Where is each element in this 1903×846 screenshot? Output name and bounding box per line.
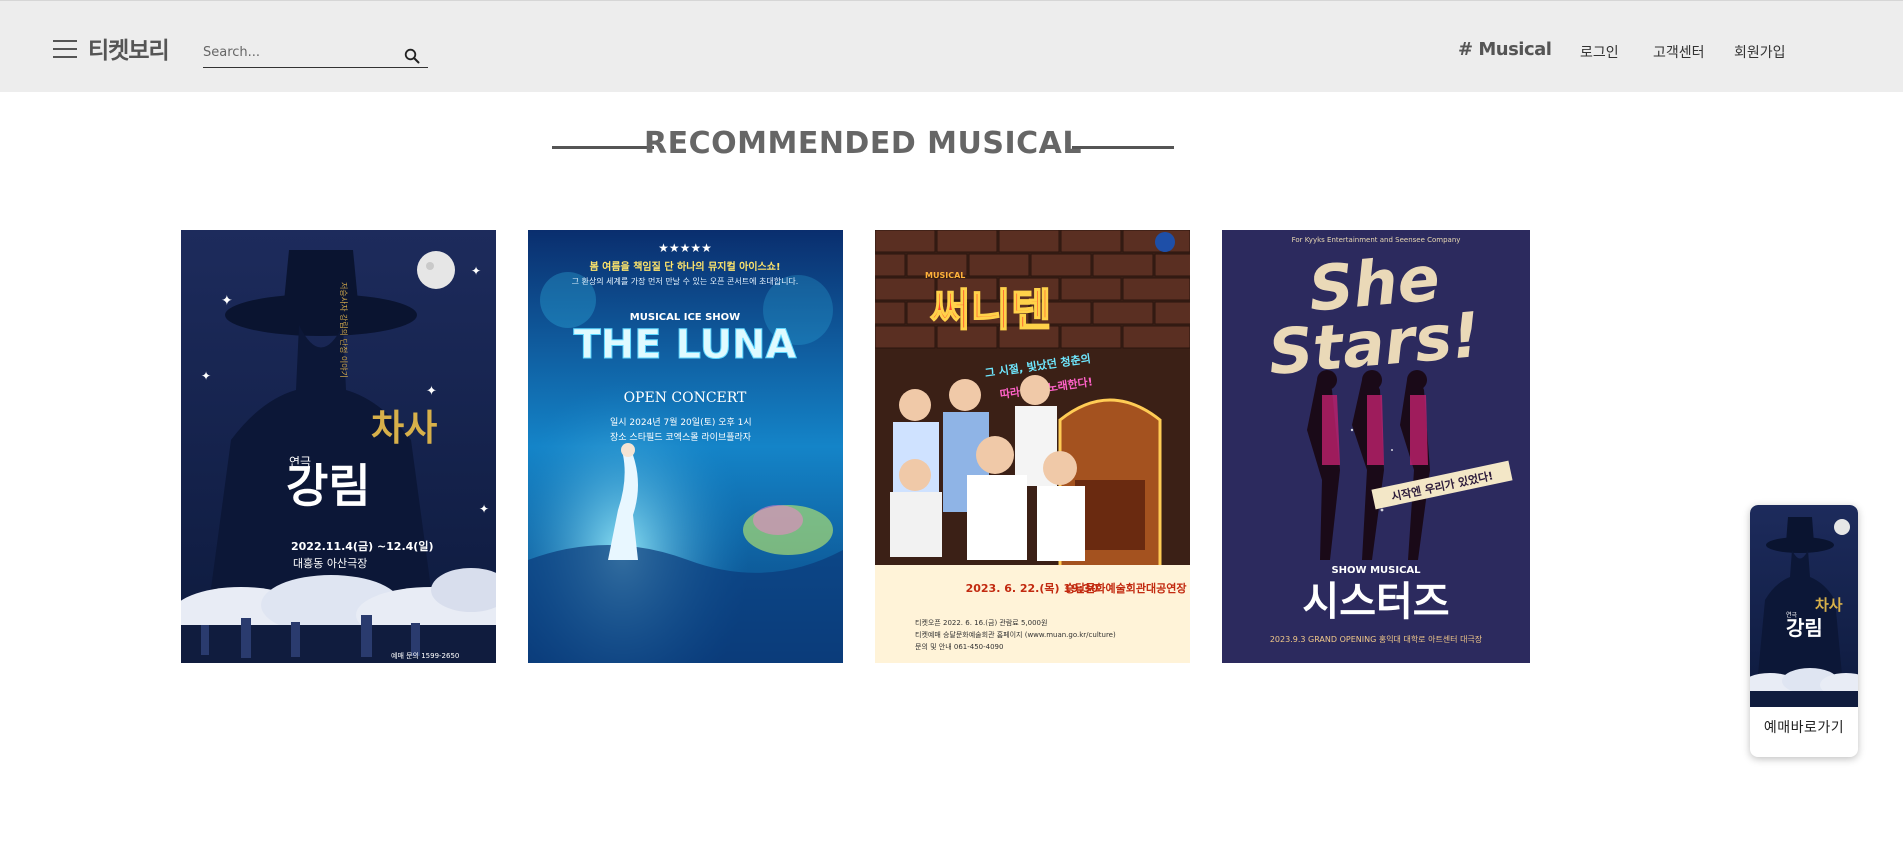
svg-text:✦: ✦ bbox=[426, 384, 437, 399]
search-box bbox=[203, 37, 428, 68]
hamburger-menu-icon[interactable] bbox=[53, 39, 77, 59]
poster4-title-kr: 시스터즈 bbox=[1302, 579, 1449, 625]
poster2-headline: 봄 여름을 책임질 단 하나의 뮤지컬 아이스쇼! bbox=[589, 260, 780, 273]
poster1-date: 2022.11.4(금) ~12.4(일) bbox=[291, 539, 433, 553]
poster-the-luna[interactable]: ★★★★★ 봄 여름을 책임질 단 하나의 뮤지컬 아이스쇼! 그 환상의 세계… bbox=[528, 230, 843, 663]
quick-booking-card[interactable]: 차사 연극 강림 예매바로가기 bbox=[1750, 505, 1858, 757]
poster3-title: 써니텐 bbox=[930, 285, 1051, 336]
customer-center-link[interactable]: 고객센터 bbox=[1653, 42, 1705, 62]
section-title: RECOMMENDED MUSICAL bbox=[644, 126, 1082, 161]
quick-booking-thumb-subtitle: 강림 bbox=[1786, 616, 1823, 640]
poster-sunny-ten[interactable]: MUSICAL 써니텐 그 시절, 빛났던 청춘의 따라 삶을 노래한다! 20… bbox=[875, 230, 1190, 663]
poster1-title: 차사 bbox=[371, 408, 437, 449]
poster2-subhead: 그 환상의 세계를 가장 먼저 만날 수 있는 오픈 콘서트에 초대합니다. bbox=[572, 276, 799, 286]
site-logo[interactable]: 티켓보리 bbox=[88, 31, 170, 65]
category-tag[interactable]: # Musical bbox=[1458, 39, 1552, 60]
quick-booking-thumbnail-art: 차사 연극 강림 bbox=[1750, 505, 1858, 707]
poster1-subtitle: 강림 bbox=[286, 459, 371, 513]
quick-booking-thumb-title: 차사 bbox=[1815, 596, 1843, 614]
poster3-musical-label: MUSICAL bbox=[925, 271, 965, 280]
signup-link[interactable]: 회원가입 bbox=[1734, 42, 1786, 62]
poster2-title: THE LUNA bbox=[574, 322, 797, 368]
poster1-tagline: 저승사자 강림의 단정 이야기 bbox=[339, 282, 349, 378]
poster1-venue: 대홍동 아산극장 bbox=[293, 556, 367, 570]
quick-booking-thumbnail[interactable]: 차사 연극 강림 bbox=[1750, 505, 1858, 707]
poster-sunny-ten-art: MUSICAL 써니텐 그 시절, 빛났던 청춘의 따라 삶을 노래한다! 20… bbox=[875, 230, 1190, 663]
poster-chasa-gangrim-art: ✦ ✦ ✦ ✦ ✦ ✦ 차사 연극 강림 2022.11.4(금) ~12.4(… bbox=[181, 230, 496, 663]
search-icon[interactable] bbox=[404, 48, 420, 64]
poster4-opening: 2023.9.3 GRAND OPENING 홍익대 대학로 아트센터 대극장 bbox=[1270, 634, 1483, 644]
poster3-info1: 티켓오픈 2022. 6. 16.(금) 관람료 5,000원 bbox=[915, 618, 1047, 627]
svg-text:✦: ✦ bbox=[221, 293, 233, 309]
svg-text:✦: ✦ bbox=[201, 369, 211, 383]
poster2-line1: 일시 2024년 7월 20일(토) 오후 1시 bbox=[610, 416, 752, 428]
poster2-line2: 장소 스타필드 코엑스몰 라이브플라자 bbox=[610, 431, 752, 443]
quick-booking-label[interactable]: 예매바로가기 bbox=[1750, 717, 1858, 737]
section-heading: RECOMMENDED MUSICAL bbox=[552, 126, 1174, 162]
poster2-concert: OPEN CONCERT bbox=[624, 390, 747, 406]
poster3-info3: 문의 및 안내 061-450-4090 bbox=[915, 642, 1003, 651]
header-bar: 티켓보리 # Musical 로그인 고객센터 회원가입 bbox=[0, 0, 1903, 92]
login-link[interactable]: 로그인 bbox=[1580, 42, 1619, 62]
poster3-venue: 승달문화예술회관대공연장 bbox=[1065, 581, 1186, 595]
poster-sisters[interactable]: For Kyyks Entertainment and Seensee Comp… bbox=[1222, 230, 1530, 663]
title-divider-right bbox=[1072, 146, 1174, 149]
search-input[interactable] bbox=[203, 41, 393, 63]
poster4-kicker: SHOW MUSICAL bbox=[1331, 565, 1421, 576]
poster-the-luna-art: ★★★★★ 봄 여름을 책임질 단 하나의 뮤지컬 아이스쇼! 그 환상의 세계… bbox=[528, 230, 843, 663]
poster3-info2: 티켓예매 승달문화예술회관 홈페이지 (www.muan.go.kr/cultu… bbox=[915, 630, 1116, 639]
poster1-contact: 예매 문의 1599-2650 bbox=[391, 651, 459, 660]
svg-text:✦: ✦ bbox=[471, 264, 481, 278]
poster2-stars: ★★★★★ bbox=[658, 241, 712, 255]
poster-chasa-gangrim[interactable]: ✦ ✦ ✦ ✦ ✦ ✦ 차사 연극 강림 2022.11.4(금) ~12.4(… bbox=[181, 230, 496, 663]
poster-sisters-art: For Kyyks Entertainment and Seensee Comp… bbox=[1222, 230, 1530, 663]
svg-text:✦: ✦ bbox=[479, 502, 489, 516]
